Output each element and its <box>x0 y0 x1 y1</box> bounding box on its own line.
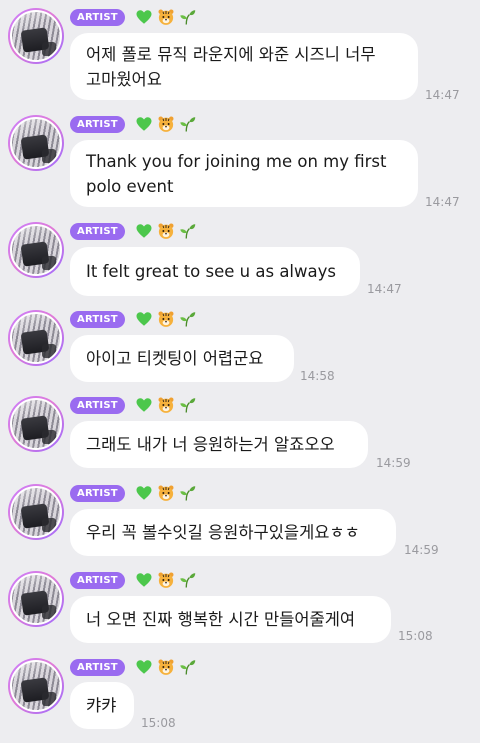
artist-badge: ARTIST <box>70 222 125 240</box>
artist-badge: ARTIST <box>70 115 125 133</box>
seedling-icon <box>180 117 196 132</box>
artist-badge: ARTIST <box>70 571 125 589</box>
message-bubble[interactable]: 어제 폴로 뮤직 라운지에 와준 시즈니 너무 고마웠어요 <box>70 33 418 100</box>
message-text: It felt great to see u as always <box>86 262 336 281</box>
tiger-face-icon <box>158 572 174 588</box>
message-bubble[interactable]: 너 오면 진짜 행복한 시간 만들어줄게여 <box>70 596 391 643</box>
message-timestamp: 14:59 <box>404 543 439 557</box>
tiger-face-icon <box>158 116 174 132</box>
message-text: Thank you for joining me on my first pol… <box>86 151 387 196</box>
tiger-face-icon <box>158 223 174 239</box>
message-bubble[interactable]: 우리 꼭 볼수잇길 응원하구있을게요ㅎㅎ <box>70 509 396 556</box>
tiger-face-icon <box>158 659 174 675</box>
message-bubble[interactable]: It felt great to see u as always <box>70 247 360 296</box>
tiger-face-icon <box>158 397 174 413</box>
message-header: ARTIST <box>70 396 196 414</box>
artist-badge: ARTIST <box>70 396 125 414</box>
green-heart-icon <box>136 312 152 326</box>
green-heart-icon <box>136 10 152 24</box>
artist-badge: ARTIST <box>70 484 125 502</box>
message-header: ARTIST <box>70 8 196 26</box>
seedling-icon <box>180 312 196 327</box>
message-header: ARTIST <box>70 484 196 502</box>
message-header: ARTIST <box>70 658 196 676</box>
tiger-face-icon <box>158 311 174 327</box>
avatar[interactable] <box>8 222 64 278</box>
seedling-icon <box>180 660 196 675</box>
green-heart-icon <box>136 573 152 587</box>
message-header: ARTIST <box>70 571 196 589</box>
message-text: 어제 폴로 뮤직 라운지에 와준 시즈니 너무 고마웠어요 <box>86 44 376 89</box>
message-timestamp: 14:59 <box>376 456 411 470</box>
message-bubble[interactable]: 그래도 내가 너 응원하는거 알죠오오 <box>70 421 368 468</box>
message-timestamp: 14:47 <box>425 88 460 102</box>
artist-badge: ARTIST <box>70 658 125 676</box>
artist-badge: ARTIST <box>70 310 125 328</box>
message-timestamp: 14:58 <box>300 369 335 383</box>
artist-badge: ARTIST <box>70 8 125 26</box>
message-timestamp: 15:08 <box>141 716 176 730</box>
seedling-icon <box>180 224 196 239</box>
green-heart-icon <box>136 398 152 412</box>
message-bubble[interactable]: 아이고 티켓팅이 어렵군요 <box>70 335 294 382</box>
message-text: 너 오면 진짜 행복한 시간 만들어줄게여 <box>86 610 356 629</box>
message-text: 캬캬 <box>86 696 117 715</box>
seedling-icon <box>180 486 196 501</box>
avatar[interactable] <box>8 115 64 171</box>
avatar[interactable] <box>8 396 64 452</box>
message-timestamp: 15:08 <box>398 629 433 643</box>
avatar[interactable] <box>8 484 64 540</box>
tiger-face-icon <box>158 9 174 25</box>
message-text: 우리 꼭 볼수잇길 응원하구있을게요ㅎㅎ <box>86 523 360 542</box>
avatar[interactable] <box>8 310 64 366</box>
message-bubble[interactable]: 캬캬 <box>70 682 134 729</box>
seedling-icon <box>180 398 196 413</box>
avatar[interactable] <box>8 8 64 64</box>
message-timestamp: 14:47 <box>425 195 460 209</box>
message-bubble[interactable]: Thank you for joining me on my first pol… <box>70 140 418 207</box>
message-header: ARTIST <box>70 310 196 328</box>
message-header: ARTIST <box>70 115 196 133</box>
green-heart-icon <box>136 486 152 500</box>
message-text: 아이고 티켓팅이 어렵군요 <box>86 349 264 368</box>
green-heart-icon <box>136 660 152 674</box>
message-header: ARTIST <box>70 222 196 240</box>
green-heart-icon <box>136 224 152 238</box>
avatar[interactable] <box>8 571 64 627</box>
avatar[interactable] <box>8 658 64 714</box>
message-timestamp: 14:47 <box>367 282 402 296</box>
tiger-face-icon <box>158 485 174 501</box>
message-text: 그래도 내가 너 응원하는거 알죠오오 <box>86 435 335 454</box>
green-heart-icon <box>136 117 152 131</box>
seedling-icon <box>180 10 196 25</box>
seedling-icon <box>180 573 196 588</box>
